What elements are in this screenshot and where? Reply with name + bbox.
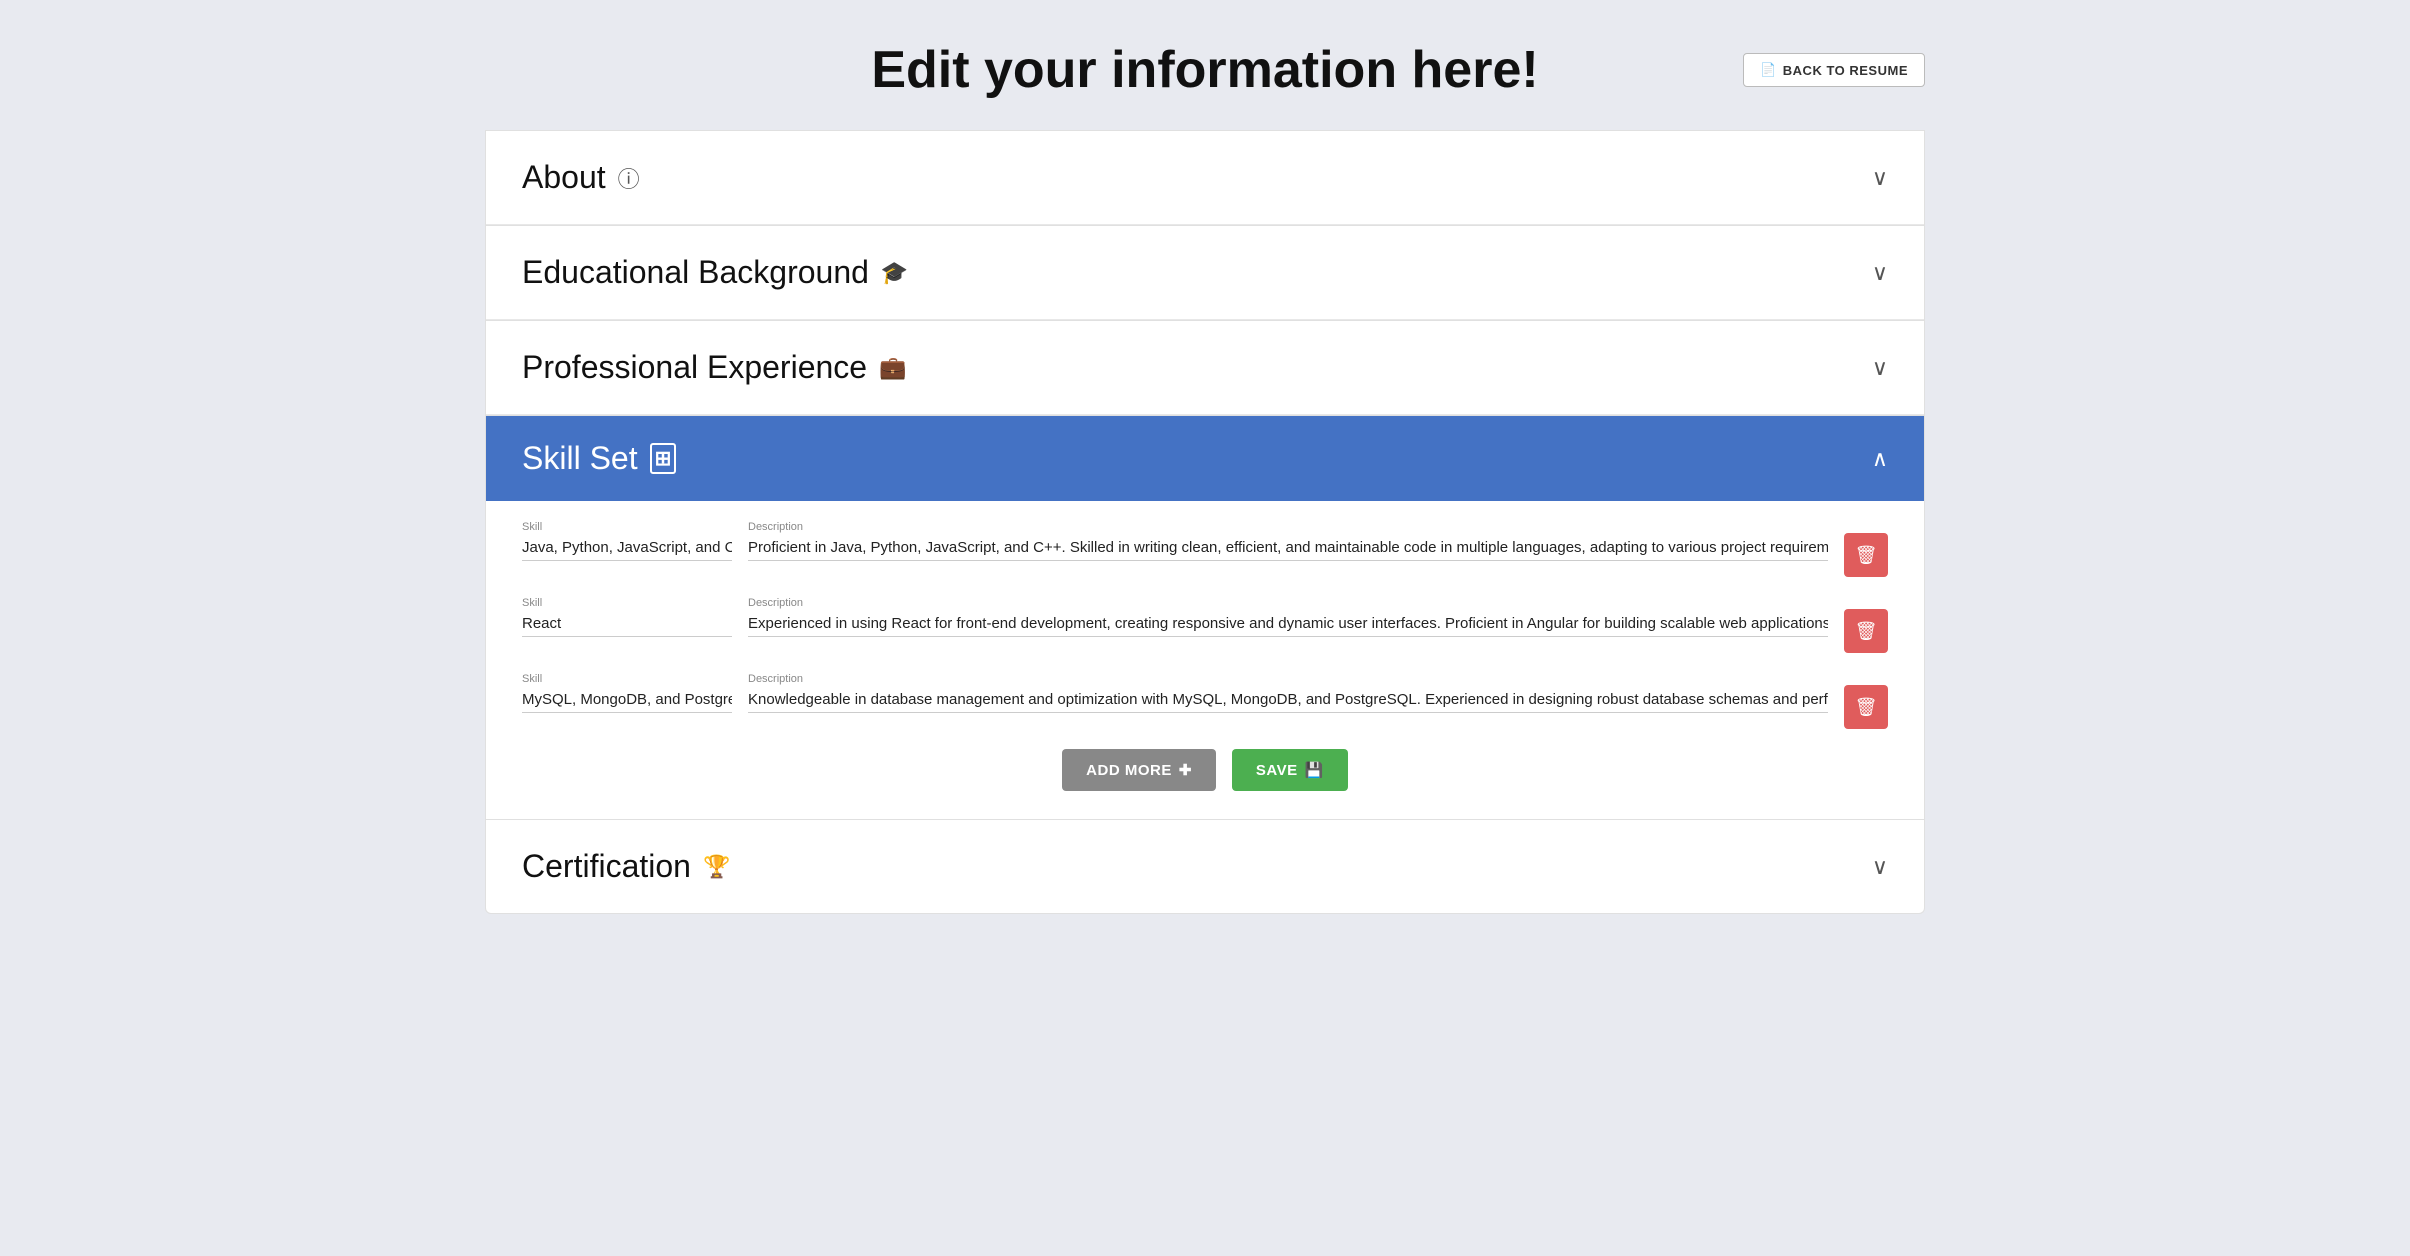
briefcase-icon: 💼 bbox=[879, 355, 906, 381]
educational-background-title: Educational Background 🎓 bbox=[522, 254, 908, 291]
professional-experience-label: Professional Experience bbox=[522, 349, 867, 386]
skill-row: Skill Description 🗑 bbox=[522, 597, 1888, 653]
back-to-resume-label: BACK TO RESUME bbox=[1783, 63, 1908, 78]
graduation-icon: 🎓 bbox=[881, 260, 908, 286]
desc-input-1[interactable] bbox=[748, 536, 1828, 561]
about-section: About ⓘ ∨ bbox=[485, 130, 1925, 226]
professional-experience-header[interactable]: Professional Experience 💼 ∨ bbox=[486, 321, 1924, 415]
about-title: About ⓘ bbox=[522, 159, 640, 196]
certification-section: Certification 🏆 ∨ bbox=[485, 820, 1925, 914]
plus-icon: ✚ bbox=[1179, 761, 1192, 779]
skill-label-3: Skill bbox=[522, 673, 732, 685]
about-chevron: ∨ bbox=[1872, 165, 1888, 191]
educational-background-header[interactable]: Educational Background 🎓 ∨ bbox=[486, 226, 1924, 320]
add-more-button[interactable]: ADD MORE ✚ bbox=[1062, 749, 1216, 791]
desc-field-group-3: Description bbox=[748, 673, 1828, 713]
skillset-section: Skill Set ⊞ ∧ Skill Description 🗑 bbox=[485, 416, 1925, 820]
desc-label-3: Description bbox=[748, 673, 1828, 685]
skill-label-2: Skill bbox=[522, 597, 732, 609]
educational-background-section: Educational Background 🎓 ∨ bbox=[485, 226, 1925, 321]
professional-experience-chevron: ∨ bbox=[1872, 355, 1888, 381]
certification-chevron: ∨ bbox=[1872, 854, 1888, 880]
page-header: Edit your information here! 📄 BACK TO RE… bbox=[485, 40, 1925, 100]
skill-row: Skill Description 🗑 bbox=[522, 673, 1888, 729]
skillset-header[interactable]: Skill Set ⊞ ∧ bbox=[486, 416, 1924, 501]
desc-input-3[interactable] bbox=[748, 688, 1828, 713]
professional-experience-section: Professional Experience 💼 ∨ bbox=[485, 321, 1925, 416]
certification-icon: 🏆 bbox=[703, 854, 730, 880]
skillset-actions: ADD MORE ✚ SAVE 💾 bbox=[522, 749, 1888, 791]
delete-skill-button-2[interactable]: 🗑 bbox=[1844, 609, 1888, 653]
skill-input-3[interactable] bbox=[522, 688, 732, 713]
delete-skill-button-1[interactable]: 🗑 bbox=[1844, 533, 1888, 577]
certification-title: Certification 🏆 bbox=[522, 848, 730, 885]
desc-label-2: Description bbox=[748, 597, 1828, 609]
info-icon: ⓘ bbox=[618, 162, 640, 194]
about-header[interactable]: About ⓘ ∨ bbox=[486, 131, 1924, 225]
add-more-label: ADD MORE bbox=[1086, 762, 1172, 779]
save-icon: 💾 bbox=[1305, 761, 1324, 779]
save-button[interactable]: SAVE 💾 bbox=[1232, 749, 1348, 791]
skill-input-1[interactable] bbox=[522, 536, 732, 561]
desc-label-1: Description bbox=[748, 521, 1828, 533]
about-label: About bbox=[522, 159, 606, 196]
back-to-resume-button[interactable]: 📄 BACK TO RESUME bbox=[1743, 53, 1925, 87]
desc-field-group-1: Description bbox=[748, 521, 1828, 561]
delete-skill-button-3[interactable]: 🗑 bbox=[1844, 685, 1888, 729]
skillset-title: Skill Set ⊞ bbox=[522, 440, 676, 477]
skillset-label: Skill Set bbox=[522, 440, 638, 477]
skill-field-group-2: Skill bbox=[522, 597, 732, 637]
professional-experience-title: Professional Experience 💼 bbox=[522, 349, 906, 386]
certification-label: Certification bbox=[522, 848, 691, 885]
skill-field-group-1: Skill bbox=[522, 521, 732, 561]
skill-input-2[interactable] bbox=[522, 612, 732, 637]
skill-label-1: Skill bbox=[522, 521, 732, 533]
certification-header[interactable]: Certification 🏆 ∨ bbox=[486, 820, 1924, 913]
skillset-chevron: ∧ bbox=[1872, 446, 1888, 472]
skill-field-group-3: Skill bbox=[522, 673, 732, 713]
skillset-body: Skill Description 🗑 Skill Description bbox=[486, 501, 1924, 819]
document-icon: 📄 bbox=[1760, 62, 1777, 78]
add-icon: ⊞ bbox=[650, 443, 677, 474]
educational-background-chevron: ∨ bbox=[1872, 260, 1888, 286]
desc-input-2[interactable] bbox=[748, 612, 1828, 637]
save-label: SAVE bbox=[1256, 762, 1298, 779]
desc-field-group-2: Description bbox=[748, 597, 1828, 637]
page-title: Edit your information here! bbox=[485, 40, 1925, 100]
educational-background-label: Educational Background bbox=[522, 254, 869, 291]
skill-row: Skill Description 🗑 bbox=[522, 521, 1888, 577]
